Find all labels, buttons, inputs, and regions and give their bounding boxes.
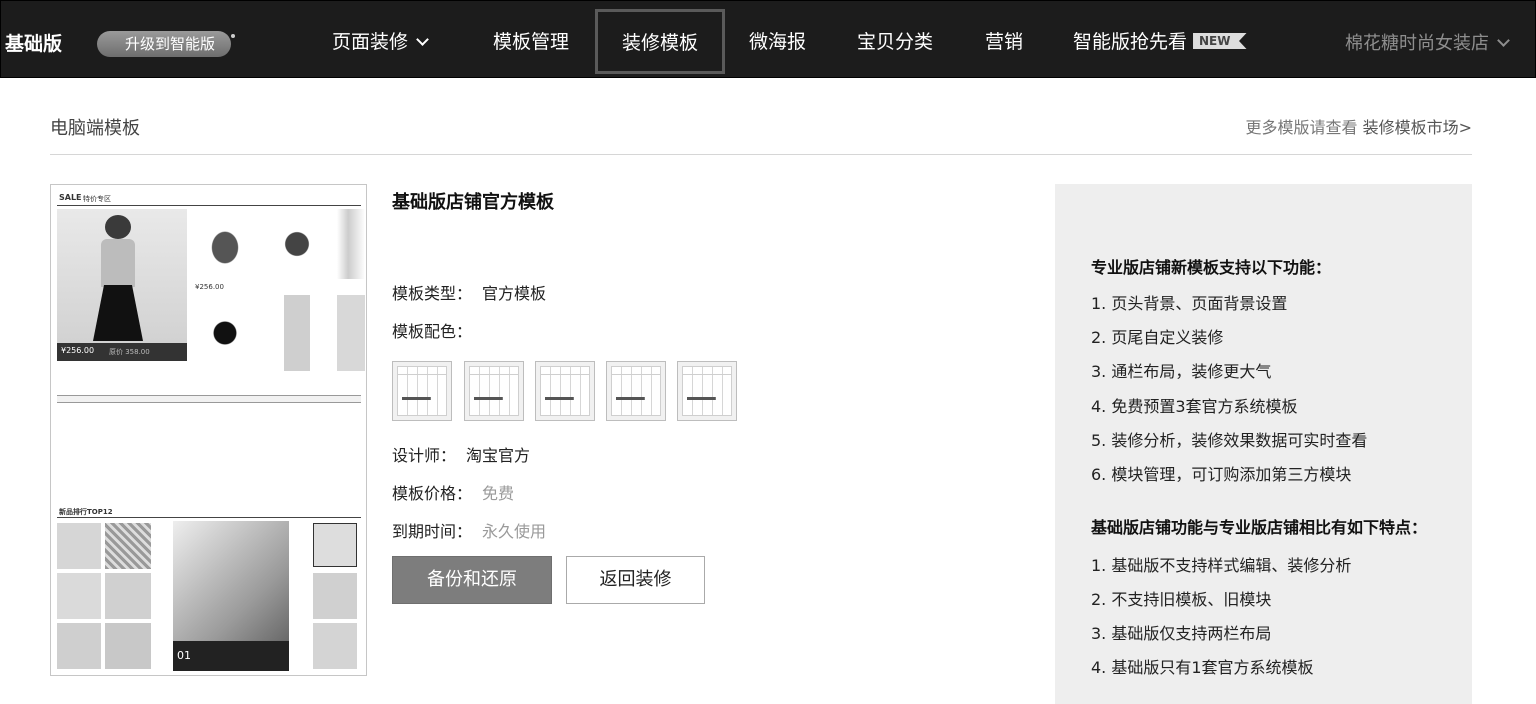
designer-row: 设计师： 淘宝官方	[392, 442, 530, 466]
preview-thumb	[57, 573, 101, 619]
preview-thumb	[57, 523, 101, 569]
new-badge: NEW	[1193, 33, 1247, 49]
color-swatch-2[interactable]	[464, 361, 524, 421]
page-title: 电脑端模板	[50, 118, 140, 139]
preview-category-table	[57, 415, 361, 481]
back-to-decoration-button[interactable]: 返回装修	[566, 556, 705, 604]
preview-watch-photo-2	[193, 295, 257, 371]
basic-compare-item: 4. 基础版只有1套官方系统模板	[1091, 658, 1314, 677]
nav-item-categories[interactable]: 宝贝分类	[857, 27, 933, 54]
price-label: 模板价格：	[392, 484, 473, 503]
preview-dress-photo	[265, 295, 329, 371]
preview-search-strip	[57, 395, 361, 403]
color-swatch-3[interactable]	[535, 361, 595, 421]
nav-micro-poster[interactable]: 微海报	[749, 27, 806, 54]
color-swatch-1[interactable]	[392, 361, 452, 421]
pro-feature-item: 5. 装修分析，装修效果数据可实时查看	[1091, 431, 1368, 450]
basic-compare-item: 3. 基础版仅支持两栏布局	[1091, 624, 1272, 643]
template-type-row: 模板类型： 官方模板	[392, 280, 546, 304]
shop-name: 棉花糖时尚女装店	[1345, 33, 1489, 54]
preview-thumb	[105, 623, 151, 669]
nav-smart-preview[interactable]: 智能版抢先看 NEW	[1073, 27, 1247, 54]
preview-thumb	[313, 523, 357, 567]
color-swatch-5[interactable]	[677, 361, 737, 421]
preview-rule-2	[57, 517, 361, 518]
pro-feature-item: 6. 模块管理，可订购添加第三方模块	[1091, 465, 1352, 484]
preview-sale-sub: 特价专区	[83, 195, 111, 203]
preview-watch-photo	[265, 209, 329, 279]
nav-smart-preview-label: 智能版抢先看	[1073, 31, 1188, 53]
preview-partial-photo	[337, 295, 365, 371]
preview-featured-photo	[57, 209, 187, 359]
preview-thumb	[105, 523, 151, 569]
expiry-label: 到期时间：	[392, 522, 473, 541]
backup-restore-button[interactable]: 备份和还原	[392, 556, 552, 604]
edition-label: 基础版	[5, 33, 63, 55]
preview-sale-title: SALE	[59, 193, 82, 202]
expiry-value: 永久使用	[482, 522, 547, 541]
template-preview-image[interactable]: SALE 特价专区 ¥256.00 原价 358.00 ¥256.00 新品排行…	[50, 184, 367, 676]
chevron-down-icon	[416, 33, 429, 46]
preview-rule	[57, 205, 361, 206]
nav-marketing[interactable]: 营销	[985, 27, 1023, 54]
pro-feature-item: 2. 页尾自定义装修	[1091, 328, 1224, 347]
basic-compare-item: 2. 不支持旧模板、旧模块	[1091, 590, 1272, 609]
nav-page-decoration-label: 页面装修	[332, 31, 409, 53]
pro-features-heading: 专业版店铺新模板支持以下功能：	[1091, 258, 1332, 277]
template-type-value: 官方模板	[482, 284, 547, 303]
preview-thumb	[105, 573, 151, 619]
price-row: 模板价格： 免费	[392, 480, 514, 504]
upgrade-button[interactable]: 升级到智能版	[97, 31, 235, 57]
preview-slide-number: 01	[177, 649, 191, 662]
pro-feature-item: 1. 页头背景、页面背景设置	[1091, 294, 1288, 313]
template-name: 基础版店铺官方模板	[392, 192, 554, 213]
preview-heel-photo	[337, 209, 365, 279]
feature-panel: 专业版店铺新模板支持以下功能： 1. 页头背景、页面背景设置 2. 页尾自定义装…	[1055, 184, 1472, 704]
designer-label: 设计师：	[392, 446, 457, 465]
preview-banner-caption: 01	[173, 641, 289, 671]
preview-thumb	[57, 623, 101, 669]
more-templates-prefix: 更多模版请查看	[1245, 118, 1358, 137]
preview-featured-old-price: 原价 358.00	[109, 348, 150, 356]
nav-page-decoration[interactable]: 页面装修	[332, 27, 429, 54]
template-color-label: 模板配色：	[392, 322, 473, 341]
more-templates-hint: 更多模版请查看 装修模板市场>	[1245, 114, 1472, 138]
price-value: 免费	[482, 484, 515, 503]
shop-selector[interactable]: 棉花糖时尚女装店	[1345, 29, 1510, 55]
preview-featured-price: ¥256.00	[61, 346, 95, 355]
designer-value: 淘宝官方	[466, 446, 531, 465]
expiry-row: 到期时间： 永久使用	[392, 518, 546, 542]
template-market-link[interactable]: 装修模板市场>	[1363, 118, 1472, 137]
preview-shoe-photo	[193, 209, 257, 279]
color-swatch-4[interactable]	[606, 361, 666, 421]
top-nav-bar: 基础版 升级到智能版 页面装修 模板管理 装修模板 微海报 宝贝分类 营销 智能…	[0, 0, 1536, 78]
preview-price-bar: ¥256.00 原价 358.00	[57, 343, 187, 361]
preview-top-title: 新品排行TOP12	[59, 508, 113, 516]
nav-decoration-templates[interactable]: 装修模板	[595, 9, 726, 74]
basic-compare-heading: 基础版店铺功能与专业版店铺相比有如下特点：	[1091, 518, 1428, 537]
preview-thumb	[313, 573, 357, 619]
template-type-label: 模板类型：	[392, 284, 473, 303]
preview-small-price: ¥256.00	[195, 283, 224, 291]
pro-feature-item: 4. 免费预置3套官方系统模板	[1091, 397, 1298, 416]
chevron-down-icon	[1497, 34, 1510, 47]
basic-compare-item: 1. 基础版不支持样式编辑、装修分析	[1091, 556, 1352, 575]
pro-feature-item: 3. 通栏布局，装修更大气	[1091, 362, 1272, 381]
divider	[50, 154, 1472, 155]
preview-thumb	[313, 623, 357, 669]
nav-template-management[interactable]: 模板管理	[493, 27, 569, 54]
